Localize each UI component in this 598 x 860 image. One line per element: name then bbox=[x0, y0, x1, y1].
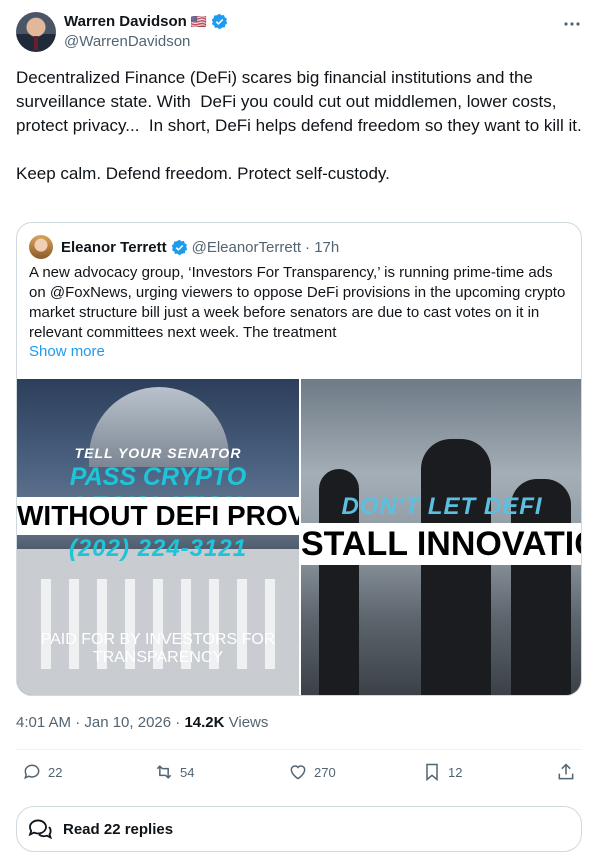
ad-stall-innovation: STALL INNOVATION bbox=[301, 523, 581, 565]
author-name[interactable]: Warren Davidson bbox=[64, 13, 187, 30]
verified-badge-icon bbox=[171, 239, 187, 255]
quoted-post-time[interactable]: · 17h bbox=[305, 239, 339, 256]
quoted-post-header: Eleanor Terrett @EleanorTerrett · 17h bbox=[29, 235, 339, 259]
read-replies-label: Read 22 replies bbox=[63, 820, 174, 838]
share-icon bbox=[558, 763, 574, 780]
heart-icon bbox=[290, 765, 306, 780]
quoted-post-media: TELL YOUR SENATOR PASS CRYPTO LEGISLATIO… bbox=[17, 379, 581, 695]
share-button[interactable] bbox=[556, 762, 576, 782]
silhouette-figure bbox=[421, 439, 491, 695]
ad-phone-number: (202) 224-3121 bbox=[68, 535, 248, 562]
views-label: Views bbox=[224, 714, 269, 731]
bookmark-button[interactable]: 12 bbox=[422, 762, 462, 782]
reply-icon bbox=[24, 764, 40, 780]
post-text-content: Decentralized Finance (DeFi) scares big … bbox=[16, 68, 582, 183]
more-options-icon[interactable] bbox=[562, 14, 582, 34]
post-timestamp[interactable]: 4:01 AM · Jan 10, 2026 · bbox=[16, 714, 184, 731]
ad-paid-for: PAID FOR BY INVESTORS FOR TRANSPARENCY bbox=[40, 631, 276, 666]
quoted-author-handle[interactable]: @EleanorTerrett bbox=[192, 239, 301, 256]
author-name-row: Warren Davidson 🇺🇸 bbox=[64, 13, 228, 30]
replies-bubble-icon bbox=[28, 819, 53, 840]
verified-badge-icon bbox=[211, 13, 228, 30]
post-header: Warren Davidson 🇺🇸 @WarrenDavidson bbox=[16, 12, 584, 56]
like-button[interactable]: 270 bbox=[288, 762, 336, 782]
reply-button[interactable]: 22 bbox=[22, 762, 62, 782]
views-count: 14.2K bbox=[184, 714, 225, 731]
read-replies-button[interactable]: Read 22 replies bbox=[16, 806, 582, 852]
repost-count: 54 bbox=[180, 764, 195, 780]
ad-dont-let-defi: DON'T LET DEFI bbox=[341, 493, 543, 520]
author-handle[interactable]: @WarrenDavidson bbox=[64, 33, 190, 50]
repost-button[interactable]: 54 bbox=[154, 762, 194, 782]
reply-count: 22 bbox=[48, 764, 63, 780]
repost-icon bbox=[156, 765, 172, 779]
media-image-capitol[interactable]: TELL YOUR SENATOR PASS CRYPTO LEGISLATIO… bbox=[17, 379, 299, 695]
media-image-silhouettes[interactable]: DON'T LET DEFI STALL INNOVATION bbox=[301, 379, 581, 695]
quoted-post-text: A new advocacy group, ‘Investors For Tra… bbox=[29, 264, 566, 341]
action-bar: 22 54 270 12 bbox=[16, 762, 582, 788]
author-avatar[interactable] bbox=[16, 12, 56, 52]
show-more-link[interactable]: Show more bbox=[29, 343, 105, 360]
bookmark-icon bbox=[426, 763, 438, 782]
post-meta: 4:01 AM · Jan 10, 2026 · 14.2K Views bbox=[16, 714, 268, 731]
quoted-author-name[interactable]: Eleanor Terrett bbox=[61, 239, 167, 256]
like-count: 270 bbox=[314, 764, 336, 780]
quoted-author-avatar[interactable] bbox=[29, 235, 53, 259]
divider bbox=[16, 749, 582, 750]
us-flag-icon: 🇺🇸 bbox=[190, 13, 207, 29]
ad-without-defi: WITHOUT DEFI PROVISIONS bbox=[17, 497, 299, 535]
bookmark-count: 12 bbox=[448, 764, 463, 780]
post-text: Decentralized Finance (DeFi) scares big … bbox=[16, 66, 582, 186]
ad-tell-senator: TELL YOUR SENATOR bbox=[74, 445, 242, 461]
quoted-post[interactable]: Eleanor Terrett @EleanorTerrett · 17h A … bbox=[16, 222, 582, 696]
